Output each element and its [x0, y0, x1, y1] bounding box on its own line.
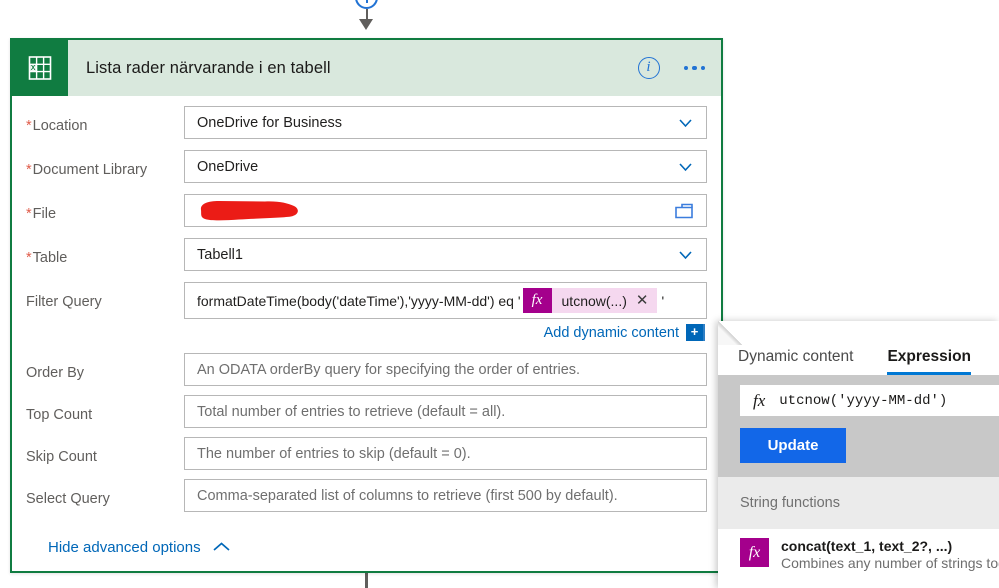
tab-dynamic-content[interactable]: Dynamic content — [738, 348, 853, 375]
top-count-input[interactable]: Total number of entries to retrieve (def… — [184, 395, 707, 428]
required-asterisk: * — [26, 250, 32, 266]
add-dynamic-content-plus-button[interactable]: + — [686, 324, 705, 341]
filter-query-text-after: ' — [661, 292, 665, 309]
top-count-placeholder: Total number of entries to retrieve (def… — [197, 403, 506, 420]
expression-input[interactable]: fx utcnow('yyyy-MM-dd') — [740, 385, 999, 416]
expression-token-utcnow[interactable]: fx utcnow(...) ✕ — [522, 288, 658, 313]
dynamic-content-panel[interactable]: Dynamic content Expression fx utcnow('yy… — [718, 321, 999, 588]
table-value: Tabell1 — [197, 246, 243, 263]
order-by-input[interactable]: An ODATA orderBy query for specifying th… — [184, 353, 707, 386]
file-input[interactable] — [184, 194, 707, 227]
table-dropdown[interactable]: Tabell1 — [184, 238, 707, 271]
field-control-order-by: An ODATA orderBy query for specifying th… — [184, 353, 707, 386]
card-body: *Location OneDrive for Business *Documen… — [12, 96, 721, 556]
chevron-down-icon[interactable] — [679, 162, 692, 176]
ellipsis-icon[interactable] — [682, 60, 708, 77]
filter-query-input[interactable]: formatDateTime(body('dateTime'),'yyyy-MM… — [184, 282, 707, 319]
skip-count-input[interactable]: The number of entries to skip (default =… — [184, 437, 707, 470]
field-row-select-query: Select Query Comma-separated list of col… — [26, 479, 707, 521]
advanced-options-section: Order By An ODATA orderBy query for spec… — [26, 353, 707, 521]
svg-text:X: X — [31, 65, 36, 72]
function-description: Combines any number of strings tog — [781, 555, 999, 571]
fx-icon: fx — [753, 390, 766, 410]
hide-advanced-options-label: Hide advanced options — [48, 539, 201, 556]
function-item-concat[interactable]: fx concat(text_1, text_2?, ...) Combines… — [718, 538, 999, 571]
tab-expression[interactable]: Expression — [887, 348, 971, 375]
field-control-filter-query: formatDateTime(body('dateTime'),'yyyy-MM… — [184, 282, 707, 341]
excel-icon: X — [12, 40, 68, 96]
fx-icon: fx — [740, 538, 769, 567]
field-control-select-query: Comma-separated list of columns to retri… — [184, 479, 707, 512]
insert-step-connector-top[interactable] — [355, 0, 379, 34]
required-asterisk: * — [26, 206, 32, 222]
field-row-document-library: *Document Library OneDrive — [26, 150, 707, 194]
location-dropdown[interactable]: OneDrive for Business — [184, 106, 707, 139]
chevron-down-icon[interactable] — [679, 118, 692, 132]
field-label-table: *Table — [26, 250, 68, 266]
add-dynamic-content-link[interactable]: Add dynamic content — [544, 325, 679, 341]
required-asterisk: * — [26, 162, 32, 178]
document-library-value: OneDrive — [197, 158, 259, 175]
field-row-table: *Table Tabell1 — [26, 238, 707, 282]
field-label-skip-count: Skip Count — [26, 449, 97, 465]
folder-picker-icon[interactable] — [674, 202, 694, 224]
location-value: OneDrive for Business — [197, 114, 343, 131]
skip-count-placeholder: The number of entries to skip (default =… — [197, 445, 471, 462]
field-control-location: OneDrive for Business — [184, 106, 707, 139]
plus-circle-icon[interactable] — [355, 0, 378, 9]
field-control-table: Tabell1 — [184, 238, 707, 271]
select-query-input[interactable]: Comma-separated list of columns to retri… — [184, 479, 707, 512]
select-query-placeholder: Comma-separated list of columns to retri… — [197, 487, 618, 504]
field-control-file — [184, 194, 707, 227]
info-icon[interactable]: i — [637, 57, 660, 79]
hide-advanced-options-link[interactable]: Hide advanced options — [48, 539, 707, 556]
field-row-filter-query: Filter Query formatDateTime(body('dateTi… — [26, 282, 707, 341]
chevron-down-icon[interactable] — [679, 250, 692, 264]
expression-input-value: utcnow('yyyy-MM-dd') — [779, 392, 948, 409]
expression-editor-area: fx utcnow('yyyy-MM-dd') Update — [718, 375, 999, 477]
expression-token-body[interactable]: utcnow(...) ✕ — [551, 288, 658, 313]
field-control-document-library: OneDrive — [184, 150, 707, 183]
field-row-order-by: Order By An ODATA orderBy query for spec… — [26, 353, 707, 395]
panel-tabs: Dynamic content Expression — [718, 321, 999, 375]
card-header-actions: i — [637, 40, 708, 96]
field-row-location: *Location OneDrive for Business — [26, 106, 707, 150]
function-name: concat(text_1, text_2?, ...) — [781, 538, 953, 554]
chevron-up-icon[interactable] — [213, 539, 230, 556]
expression-token-label: utcnow(...) — [561, 292, 627, 309]
required-asterisk: * — [26, 118, 32, 134]
arrow-down-icon — [359, 19, 373, 30]
card-title: Lista rader närvarande i en tabell — [86, 58, 331, 77]
field-label-select-query: Select Query — [26, 491, 110, 507]
string-functions-label: String functions — [740, 495, 840, 511]
field-control-top-count: Total number of entries to retrieve (def… — [184, 395, 707, 428]
filter-query-text: formatDateTime(body('dateTime'),'yyyy-MM… — [197, 292, 521, 309]
field-row-top-count: Top Count Total number of entries to ret… — [26, 395, 707, 437]
document-library-dropdown[interactable]: OneDrive — [184, 150, 707, 183]
field-label-filter-query: Filter Query — [26, 294, 102, 310]
excel-action-card[interactable]: X Lista rader närvarande i en tabell i *… — [10, 38, 723, 573]
field-row-skip-count: Skip Count The number of entries to skip… — [26, 437, 707, 479]
function-item-text: concat(text_1, text_2?, ...) Combines an… — [781, 538, 999, 571]
field-label-order-by: Order By — [26, 365, 85, 381]
panel-corner-fold — [718, 321, 742, 345]
fx-icon: fx — [522, 288, 552, 313]
field-control-skip-count: The number of entries to skip (default =… — [184, 437, 707, 470]
field-label-document-library: *Document Library — [26, 162, 148, 178]
add-dynamic-content-row: Add dynamic content + — [184, 324, 707, 341]
order-by-placeholder: An ODATA orderBy query for specifying th… — [197, 361, 581, 378]
redacted-file-name — [195, 198, 303, 224]
field-label-location: *Location — [26, 118, 88, 134]
update-button[interactable]: Update — [740, 428, 846, 463]
string-functions-header: String functions — [718, 477, 999, 529]
card-header: X Lista rader närvarande i en tabell i — [12, 40, 721, 96]
close-icon[interactable]: ✕ — [636, 293, 649, 308]
field-row-file: *File — [26, 194, 707, 238]
field-label-top-count: Top Count — [26, 407, 93, 423]
function-list: fx concat(text_1, text_2?, ...) Combines… — [718, 529, 999, 571]
field-label-file: *File — [26, 206, 57, 222]
